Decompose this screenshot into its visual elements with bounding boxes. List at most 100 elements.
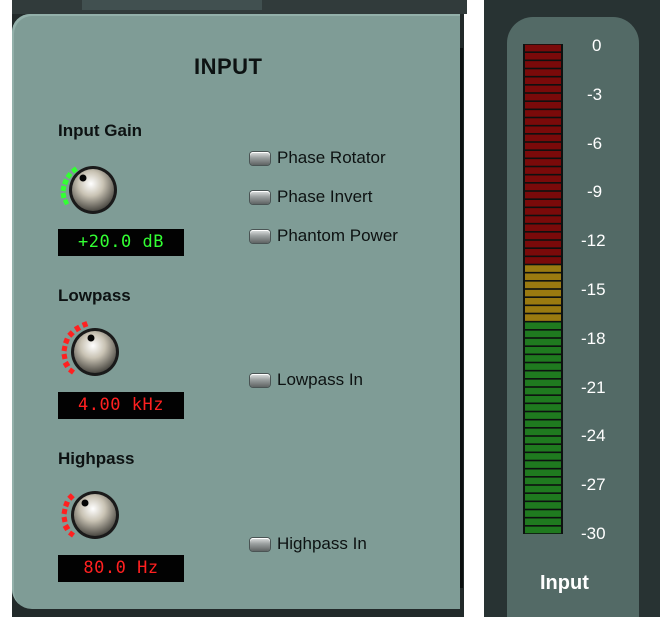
input-level-meter <box>523 44 563 534</box>
meter-scale-label: -9 <box>587 182 603 202</box>
meter-scale-label: -30 <box>581 524 606 543</box>
meter-segment <box>525 444 561 452</box>
meter-segment <box>525 208 561 215</box>
phase-invert-label: Phase Invert <box>277 187 373 206</box>
meter-segment <box>525 493 561 501</box>
meter-segment <box>525 110 561 117</box>
knob-graphic <box>61 491 119 539</box>
meter-segment <box>525 322 561 330</box>
meter-segment <box>525 461 561 468</box>
phantom-power-led <box>250 229 270 243</box>
phantom-power-toggle[interactable]: Phantom Power <box>250 225 398 247</box>
meter-segment <box>525 248 561 256</box>
phase-invert-toggle[interactable]: Phase Invert <box>250 186 372 208</box>
phase-rotator-toggle[interactable]: Phase Rotator <box>250 147 386 169</box>
meter-scale-label: -24 <box>581 426 606 446</box>
meter-segment <box>525 428 561 436</box>
meter-segment <box>525 477 561 485</box>
lowpass-in-label: Lowpass In <box>277 370 363 389</box>
meter-segment <box>525 371 561 379</box>
meter-segment <box>525 101 561 109</box>
top-strip <box>12 0 467 14</box>
meter-segment <box>525 355 561 362</box>
top-tab <box>82 0 262 10</box>
meter-segment <box>525 134 561 142</box>
meter-segment <box>525 379 561 387</box>
meter-scale-label: -12 <box>581 231 606 251</box>
meter-segment <box>525 485 561 493</box>
section-title: INPUT <box>194 54 263 79</box>
meter-segment <box>525 281 561 289</box>
meter-segment <box>525 404 561 411</box>
phase-invert-led <box>250 190 270 204</box>
meter-segment <box>525 412 561 419</box>
meter-segment <box>525 273 561 281</box>
phase-rotator-label: Phase Rotator <box>277 148 386 167</box>
meter-segment <box>525 314 561 321</box>
phase-rotator-led <box>250 151 270 165</box>
meter-segment <box>525 150 561 158</box>
meter-scale-label: 0 <box>592 36 602 55</box>
meter-segment <box>525 126 561 134</box>
meter-segment <box>525 257 561 264</box>
meter-segment <box>525 289 561 297</box>
meter-segment <box>525 232 561 240</box>
meter-segment <box>525 52 561 60</box>
meter-segment <box>525 306 561 313</box>
highpass-readout: 80.0 Hz <box>58 555 184 582</box>
meter-segment <box>525 469 561 477</box>
lowpass-readout: 4.00 kHz <box>58 392 184 419</box>
meter-segment <box>525 69 561 76</box>
meter-segment <box>525 61 561 68</box>
highpass-in-toggle[interactable]: Highpass In <box>250 533 367 555</box>
panel-divider <box>460 48 463 588</box>
meter-segment <box>525 395 561 403</box>
meter-caption: Input <box>540 572 589 594</box>
input-gain-readout: +20.0 dB <box>58 229 184 256</box>
meter-scale-label: -27 <box>581 475 606 495</box>
input-gain-label: Input Gain <box>58 121 143 140</box>
meter-segment <box>525 387 561 395</box>
meter-segment <box>525 346 561 354</box>
lowpass-knob[interactable] <box>55 310 135 390</box>
knob-graphic <box>60 166 117 214</box>
meter-segment <box>525 240 561 248</box>
meter-segment <box>525 77 561 85</box>
knob-graphic <box>61 321 119 376</box>
meter-segment <box>525 191 561 199</box>
meter-segment <box>525 216 561 223</box>
highpass-in-led <box>250 537 270 551</box>
meter-segment <box>525 175 561 183</box>
meter-scale-label: -6 <box>587 133 603 153</box>
input-gain-knob[interactable] <box>55 150 135 230</box>
meter-scale-label: -3 <box>587 84 603 104</box>
panel-gap <box>464 14 467 617</box>
meter-segment <box>525 502 561 509</box>
meter-segment <box>525 199 561 207</box>
meter-scale-label: -18 <box>581 328 606 348</box>
meter-segment <box>525 224 561 232</box>
meter-segment <box>525 330 561 338</box>
lowpass-label: Lowpass <box>58 286 131 305</box>
meter-segment <box>525 183 561 191</box>
meter-segment <box>525 93 561 101</box>
meter-segment <box>525 436 561 444</box>
meter-segment <box>525 44 561 52</box>
lowpass-in-toggle[interactable]: Lowpass In <box>250 369 363 391</box>
meter-segment <box>525 167 561 174</box>
meter-segment <box>525 510 561 517</box>
meter-segment <box>525 159 561 166</box>
meter-segment <box>525 363 561 370</box>
meter-background <box>523 44 563 534</box>
highpass-in-label: Highpass In <box>277 534 367 553</box>
meter-segment <box>525 420 561 428</box>
highpass-knob[interactable] <box>55 473 135 553</box>
meter-segment <box>525 518 561 526</box>
meter-segment <box>525 297 561 305</box>
highpass-label: Highpass <box>58 449 135 468</box>
meter-scale-label: -21 <box>581 377 606 397</box>
lowpass-in-led <box>250 373 270 387</box>
meter-segment <box>525 142 561 150</box>
meter-segment <box>525 526 561 534</box>
meter-segment <box>525 85 561 93</box>
